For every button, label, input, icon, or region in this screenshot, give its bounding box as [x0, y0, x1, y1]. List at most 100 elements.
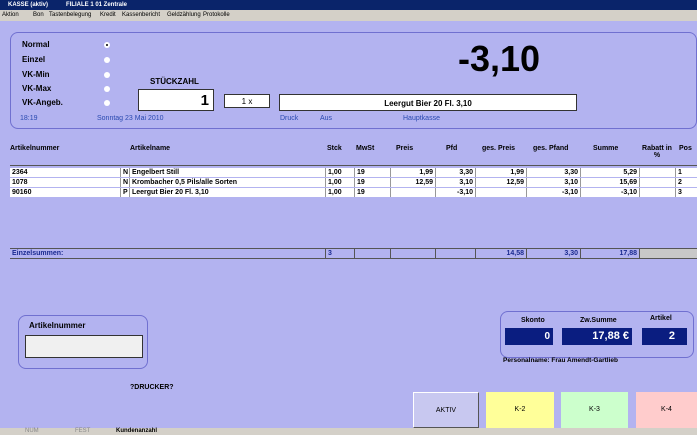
menu-kassenbericht[interactable]: Kassenbericht: [122, 10, 160, 21]
col-stck: Stck: [327, 145, 342, 152]
zwsumme-label: Zw.Summe: [580, 317, 617, 324]
cell-summe: -3,10: [581, 188, 640, 197]
cell-rabatt: [640, 178, 676, 187]
stueckzahl-label: STÜCKZAHL: [150, 77, 199, 86]
cell-preis: [391, 188, 436, 197]
skonto-value: 0: [505, 328, 553, 345]
cell-name: Leergut Bier 20 Fl. 3,10: [130, 188, 326, 197]
info-kasse: Hauptkasse: [403, 115, 440, 122]
status-num: NUM: [25, 428, 39, 435]
mode-vkmin-label: VK-Min: [22, 70, 50, 79]
big-amount: -3,10: [458, 38, 541, 79]
cell-rabatt: [640, 188, 676, 197]
cell-gpfand: 3,10: [527, 178, 581, 187]
info-druck: Druck: [280, 115, 299, 122]
mode-normal-radio[interactable]: [104, 42, 110, 48]
table-row[interactable]: 1078 N Krombacher 0,5 Pils/alle Sorten 1…: [10, 178, 697, 187]
menu-protokolle[interactable]: Protokolle: [203, 10, 230, 21]
cell-mwst: 19: [355, 178, 391, 187]
table-row[interactable]: 2364 N Engelbert Still 1,00 19 1,99 3,30…: [10, 168, 697, 177]
col-pfd: Pfd: [446, 145, 458, 152]
multiplier-field: 1 x: [224, 94, 270, 108]
col-pos: Pos: [679, 145, 692, 152]
cell-flag: N: [123, 168, 130, 177]
cell-gpreis: 1,99: [476, 168, 527, 177]
col-artikelnummer: Artikelnummer: [10, 145, 60, 152]
status-bar: [0, 428, 697, 435]
cell-mwst: 19: [355, 168, 391, 177]
item-display: Leergut Bier 20 Fl. 3,10: [279, 94, 577, 111]
mode-vkangeb-radio[interactable]: [104, 100, 110, 106]
cell-stck: 1,00: [326, 188, 355, 197]
sum-pfd: [436, 249, 476, 258]
info-aus: Aus: [320, 115, 333, 122]
cell-name: Engelbert Still: [130, 168, 326, 177]
cell-pfd: -3,10: [436, 188, 476, 197]
branch-title: FILIALE 1 01 Zentrale: [66, 2, 128, 8]
mode-vkmin-radio[interactable]: [104, 72, 110, 78]
sum-label: Einzelsummen:: [10, 249, 326, 258]
skonto-label: Skonto: [521, 317, 545, 324]
cell-flag: P: [121, 188, 130, 197]
cell-pos: 1: [678, 169, 682, 176]
col-summe: Summe: [593, 145, 619, 152]
k3-button[interactable]: K-3: [561, 392, 628, 428]
menu-tastenbelegung[interactable]: Tastenbelegung: [49, 10, 91, 21]
cell-flag: N: [123, 178, 130, 187]
cell-nr: 1078: [10, 178, 121, 187]
cell-preis: 1,99: [391, 168, 436, 177]
k4-button[interactable]: K-4: [636, 392, 697, 428]
artikel-count-value: 2: [642, 328, 687, 345]
app-title: KASSE (aktiv): [8, 2, 49, 8]
info-time: 18:19: [20, 115, 38, 122]
personal-name: Personalname: Frau Amendt-Gartlieb: [503, 357, 618, 364]
cell-pfd: 3,30: [436, 168, 476, 177]
status-kundenanzahl: Kundenanzahl: [116, 428, 158, 435]
col-rabatt: Rabatt in %: [642, 145, 672, 159]
info-date: Sonntag 23 Mai 2010: [97, 115, 164, 122]
sum-preis: [391, 249, 436, 258]
sum-summe: 17,88: [581, 249, 640, 258]
col-preis: Preis: [396, 145, 414, 152]
mode-vkangeb-label: VK-Angeb.: [22, 98, 63, 107]
aktiv-button[interactable]: AKTIV: [413, 392, 479, 428]
menu-bon[interactable]: Bon: [33, 10, 44, 21]
k2-button[interactable]: K-2: [486, 392, 554, 428]
status-fest: FEST: [75, 428, 91, 435]
sum-row: Einzelsummen: 3 14,58 3,30 17,88: [10, 248, 697, 259]
artikel-input[interactable]: [25, 335, 143, 358]
cell-nr: 90160: [10, 188, 121, 197]
cell-rabatt: [640, 168, 676, 177]
sum-mwst: [355, 249, 391, 258]
title-bar: KASSE (aktiv) FILIALE 1 01 Zentrale: [0, 0, 697, 10]
menu-aktion[interactable]: Aktion: [2, 10, 19, 21]
cell-preis: 12,59: [391, 178, 436, 187]
artikel-count-label: Artikel: [650, 315, 672, 322]
cell-pos: 3: [678, 189, 682, 196]
cell-gpfand: -3,10: [527, 188, 581, 197]
artikel-label: Artikelnummer: [29, 321, 86, 330]
drucker-status: ?DRUCKER?: [130, 384, 174, 391]
cell-stck: 1,00: [326, 168, 355, 177]
col-ges-pfand: ges. Pfand: [533, 145, 569, 152]
mode-einzel-radio[interactable]: [104, 57, 110, 63]
mode-normal-label: Normal: [22, 40, 50, 49]
sum-rest: [640, 249, 697, 258]
sum-stck: 3: [326, 249, 355, 258]
cell-pos: 2: [678, 179, 682, 186]
cell-summe: 5,29: [581, 168, 640, 177]
mode-vkmax-radio[interactable]: [104, 86, 110, 92]
cell-gpreis: 12,59: [476, 178, 527, 187]
menu-bar: Aktion Bon Tastenbelegung Kredit Kassenb…: [0, 10, 697, 21]
cell-gpfand: 3,30: [527, 168, 581, 177]
mode-einzel-label: Einzel: [22, 55, 46, 64]
cell-summe: 15,69: [581, 178, 640, 187]
menu-geldzaehlung[interactable]: Geldzählung: [167, 10, 201, 21]
table-row[interactable]: 90160 P Leergut Bier 20 Fl. 3,10 1,00 19…: [10, 188, 697, 197]
menu-kredit[interactable]: Kredit: [100, 10, 116, 21]
sum-gpreis: 14,58: [476, 249, 527, 258]
quantity-field[interactable]: 1: [138, 89, 214, 111]
cell-gpreis: [476, 188, 527, 197]
cell-pfd: 3,10: [436, 178, 476, 187]
cell-mwst: 19: [355, 188, 391, 197]
